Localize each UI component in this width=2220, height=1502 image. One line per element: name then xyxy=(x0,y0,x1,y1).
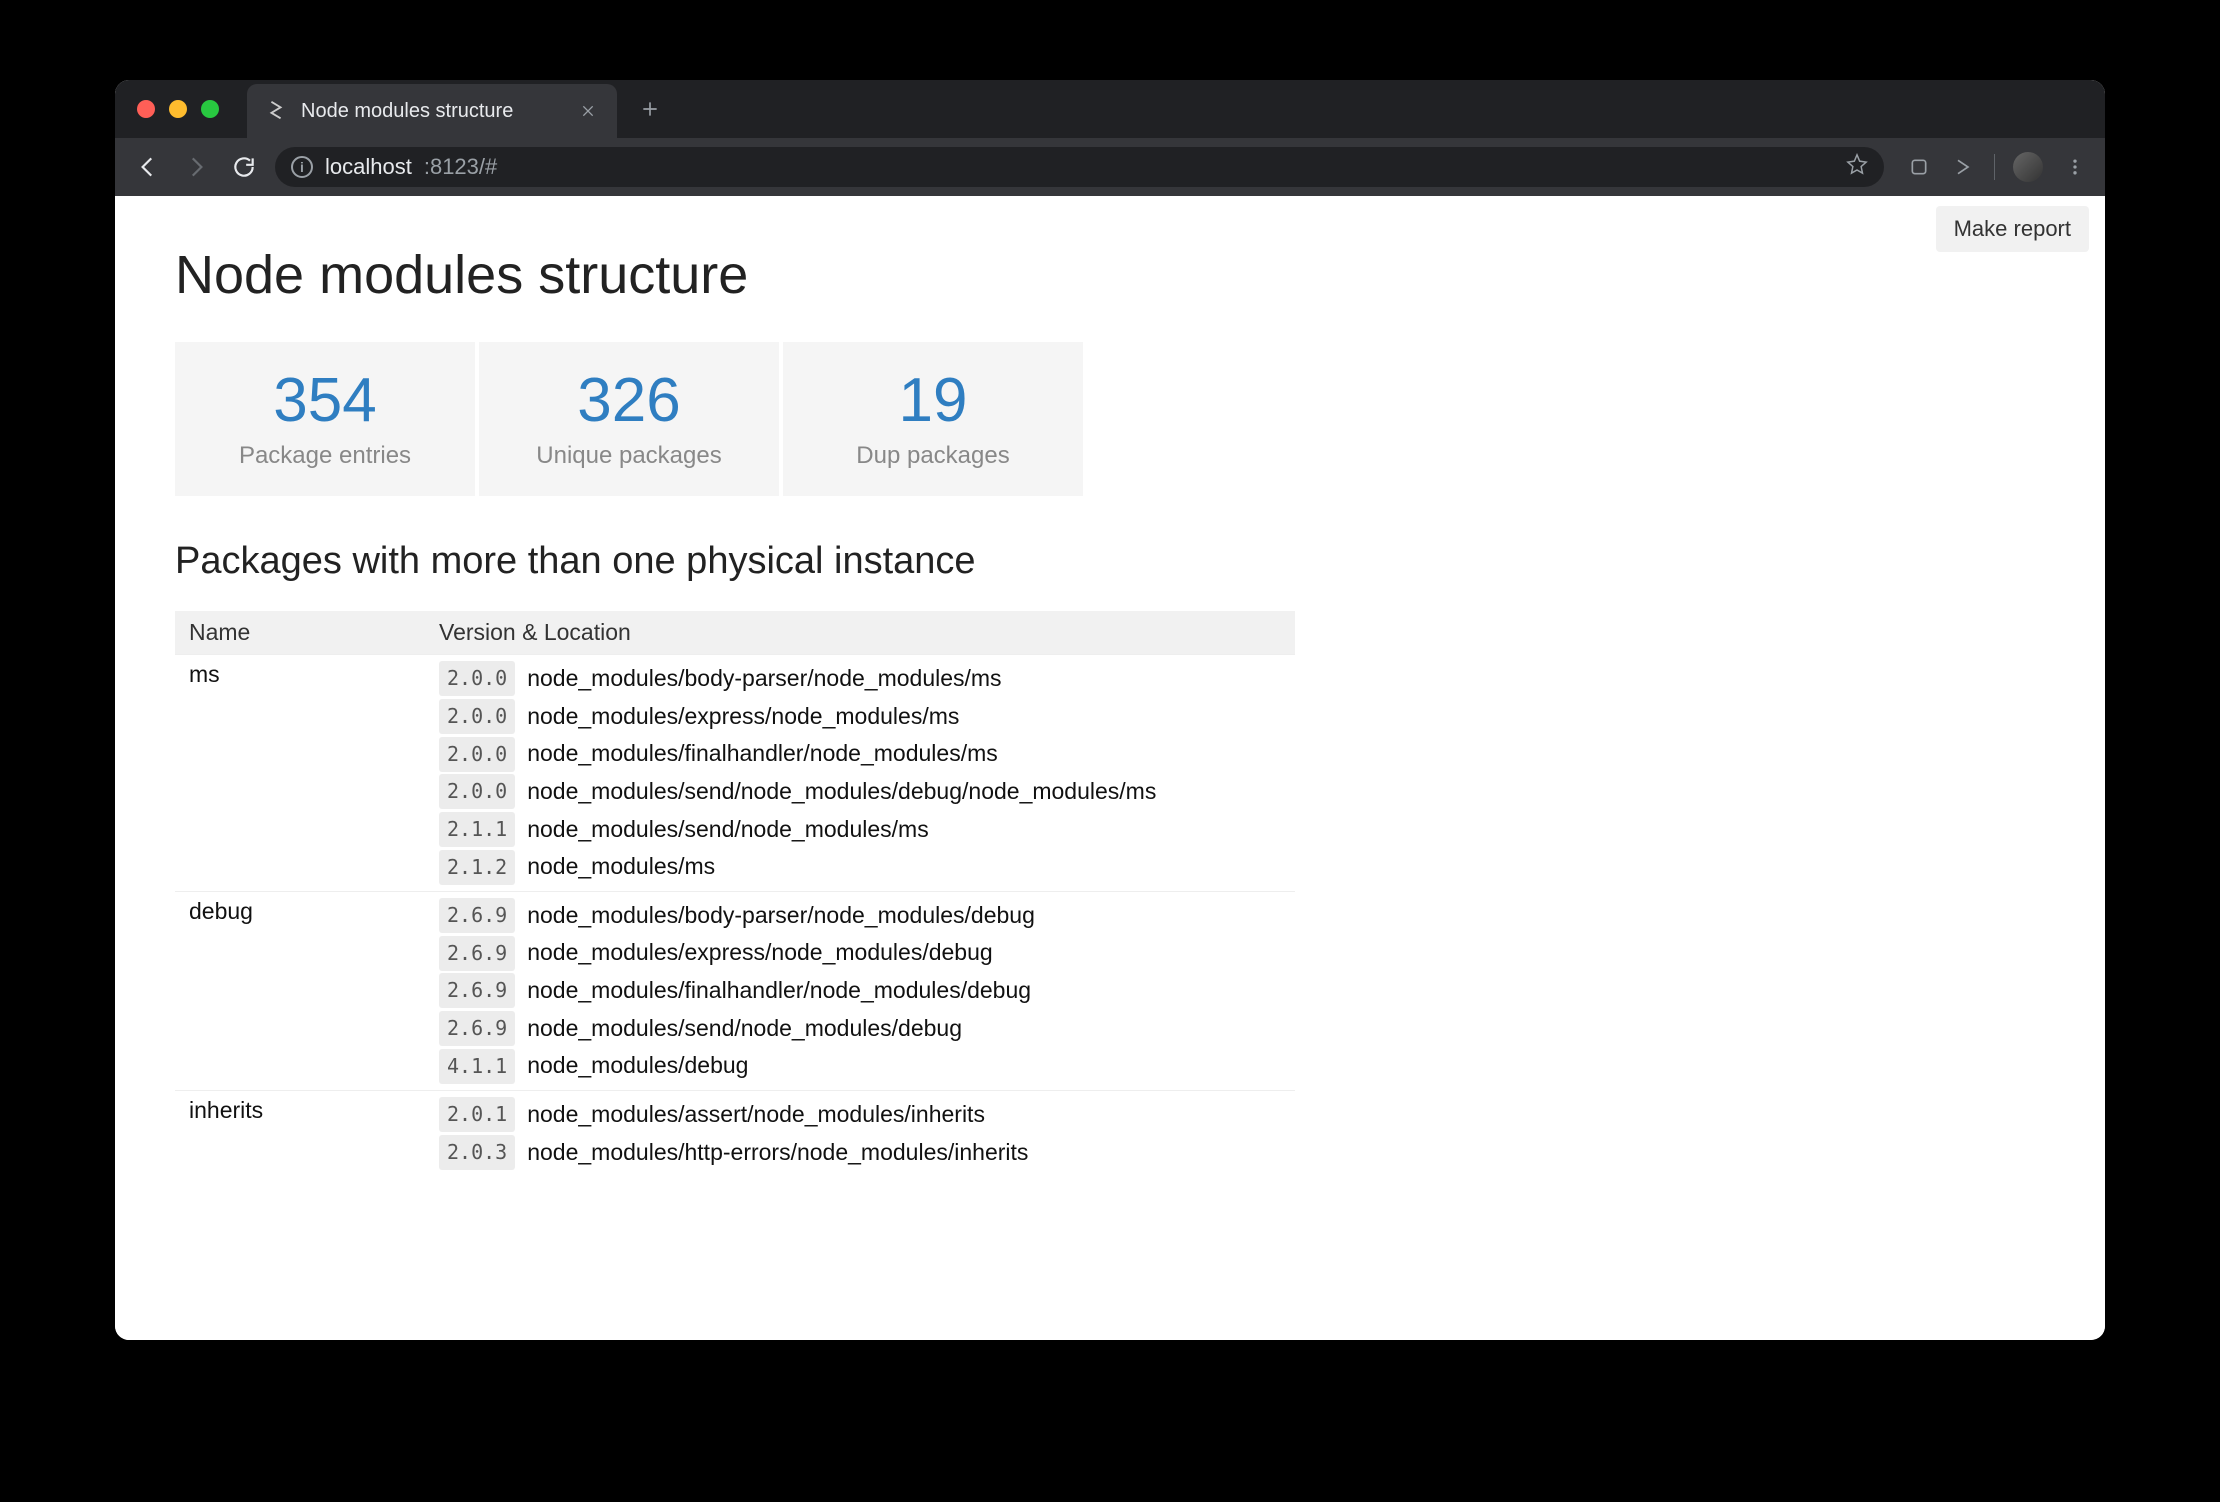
window-zoom-button[interactable] xyxy=(201,100,219,118)
forward-button[interactable] xyxy=(179,150,213,184)
instance-location: node_modules/body-parser/node_modules/ms xyxy=(527,661,1001,697)
version-badge: 2.0.0 xyxy=(439,774,515,809)
instance-row: 2.0.0 node_modules/express/node_modules/m… xyxy=(439,699,1281,735)
instance-location: node_modules/send/node_modules/debug xyxy=(527,1011,962,1047)
tab-strip: Node modules structure xyxy=(115,80,2105,138)
new-tab-button[interactable] xyxy=(635,94,665,124)
instance-row: 2.6.9 node_modules/finalhandler/node_modu… xyxy=(439,973,1281,1009)
instance-row: 2.1.2 node_modules/ms xyxy=(439,849,1281,885)
extension-icon[interactable] xyxy=(1906,154,1932,180)
browser-tab[interactable]: Node modules structure xyxy=(247,84,617,138)
instance-location: node_modules/send/node_modules/ms xyxy=(527,812,929,848)
table-row: debug 2.6.9 node_modules/body-parser/node_… xyxy=(175,891,1295,1090)
col-header-version-location: Version & Location xyxy=(425,611,1295,655)
url-port-path: :8123/# xyxy=(424,154,497,180)
stat-value: 326 xyxy=(479,370,779,432)
version-badge: 2.6.9 xyxy=(439,973,515,1008)
page-viewport: Make report Node modules structure 354 Pa… xyxy=(115,196,2105,1340)
tab-close-icon[interactable] xyxy=(577,100,599,122)
tab-title: Node modules structure xyxy=(301,100,563,123)
packages-table-body: ms 2.0.0 node_modules/body-parser/node_mod… xyxy=(175,655,1295,1177)
window-controls xyxy=(137,100,219,118)
instance-location: node_modules/body-parser/node_modules/de… xyxy=(527,898,1035,934)
table-row: ms 2.0.0 node_modules/body-parser/node_mod… xyxy=(175,655,1295,892)
packages-table: Name Version & Location ms 2.0.0 node_modu… xyxy=(175,611,1295,1176)
instance-location: node_modules/finalhandler/node_modules/m… xyxy=(527,736,998,772)
table-row: inherits 2.0.1 node_modules/assert/node_mo… xyxy=(175,1091,1295,1177)
toolbar-divider xyxy=(1994,154,1995,180)
stat-value: 19 xyxy=(783,370,1083,432)
package-name: ms xyxy=(175,655,425,892)
address-bar[interactable]: i localhost :8123/# xyxy=(275,147,1884,187)
version-badge: 2.6.9 xyxy=(439,1011,515,1046)
instance-location: node_modules/express/node_modules/debug xyxy=(527,935,992,971)
instance-row: 2.0.0 node_modules/body-parser/node_modul… xyxy=(439,661,1281,697)
back-button[interactable] xyxy=(131,150,165,184)
instance-location: node_modules/finalhandler/node_modules/d… xyxy=(527,973,1031,1009)
url-host: localhost xyxy=(325,154,412,180)
section-heading: Packages with more than one physical ins… xyxy=(175,540,2045,583)
stats-row: 354 Package entries326 Unique packages19 Du… xyxy=(175,342,2045,496)
version-badge: 2.0.0 xyxy=(439,661,515,696)
instance-location: node_modules/debug xyxy=(527,1048,748,1084)
version-badge: 4.1.1 xyxy=(439,1049,515,1084)
package-instances: 2.0.0 node_modules/body-parser/node_modul… xyxy=(425,655,1295,892)
reload-button[interactable] xyxy=(227,150,261,184)
instance-row: 2.6.9 node_modules/express/node_modules/d… xyxy=(439,935,1281,971)
extension-icon[interactable] xyxy=(1950,154,1976,180)
version-badge: 2.0.1 xyxy=(439,1097,515,1132)
instance-row: 2.1.1 node_modules/send/node_modules/ms xyxy=(439,812,1281,848)
instance-row: 2.0.0 node_modules/send/node_modules/debu… xyxy=(439,774,1281,810)
version-badge: 2.0.3 xyxy=(439,1135,515,1170)
instance-location: node_modules/express/node_modules/ms xyxy=(527,699,959,735)
page-title: Node modules structure xyxy=(175,244,2045,306)
instance-row: 2.0.0 node_modules/finalhandler/node_modu… xyxy=(439,736,1281,772)
page-content: Node modules structure 354 Package entrie… xyxy=(115,196,2105,1176)
profile-avatar[interactable] xyxy=(2013,152,2043,182)
stat-value: 354 xyxy=(175,370,475,432)
extension-icons xyxy=(1906,152,2089,182)
instance-row: 2.0.3 node_modules/http-errors/node_modul… xyxy=(439,1135,1281,1171)
browser-window: Node modules structure i localhost :8123/… xyxy=(115,80,2105,1340)
version-badge: 2.1.1 xyxy=(439,812,515,847)
version-badge: 2.0.0 xyxy=(439,699,515,734)
make-report-button[interactable]: Make report xyxy=(1936,206,2089,252)
package-instances: 2.6.9 node_modules/body-parser/node_modul… xyxy=(425,891,1295,1090)
instance-location: node_modules/send/node_modules/debug/nod… xyxy=(527,774,1156,810)
version-badge: 2.0.0 xyxy=(439,737,515,772)
package-name: debug xyxy=(175,891,425,1090)
browser-toolbar: i localhost :8123/# xyxy=(115,138,2105,196)
bookmark-star-icon[interactable] xyxy=(1846,153,1868,181)
stat-card: 326 Unique packages xyxy=(479,342,779,496)
stat-label: Package entries xyxy=(175,442,475,470)
stat-label: Unique packages xyxy=(479,442,779,470)
col-header-name: Name xyxy=(175,611,425,655)
stat-card: 19 Dup packages xyxy=(783,342,1083,496)
version-badge: 2.6.9 xyxy=(439,898,515,933)
stat-card: 354 Package entries xyxy=(175,342,475,496)
version-badge: 2.6.9 xyxy=(439,936,515,971)
stat-label: Dup packages xyxy=(783,442,1083,470)
package-instances: 2.0.1 node_modules/assert/node_modules/in… xyxy=(425,1091,1295,1177)
site-info-icon[interactable]: i xyxy=(291,156,313,178)
window-minimize-button[interactable] xyxy=(169,100,187,118)
instance-location: node_modules/http-errors/node_modules/in… xyxy=(527,1135,1028,1171)
version-badge: 2.1.2 xyxy=(439,850,515,885)
window-close-button[interactable] xyxy=(137,100,155,118)
instance-row: 2.6.9 node_modules/send/node_modules/debu… xyxy=(439,1011,1281,1047)
instance-row: 2.0.1 node_modules/assert/node_modules/in… xyxy=(439,1097,1281,1133)
package-name: inherits xyxy=(175,1091,425,1177)
instance-location: node_modules/ms xyxy=(527,849,715,885)
instance-location: node_modules/assert/node_modules/inherit… xyxy=(527,1097,985,1133)
instance-row: 4.1.1 node_modules/debug xyxy=(439,1048,1281,1084)
instance-row: 2.6.9 node_modules/body-parser/node_modul… xyxy=(439,898,1281,934)
browser-menu-icon[interactable] xyxy=(2061,153,2089,181)
tab-favicon xyxy=(265,100,287,122)
